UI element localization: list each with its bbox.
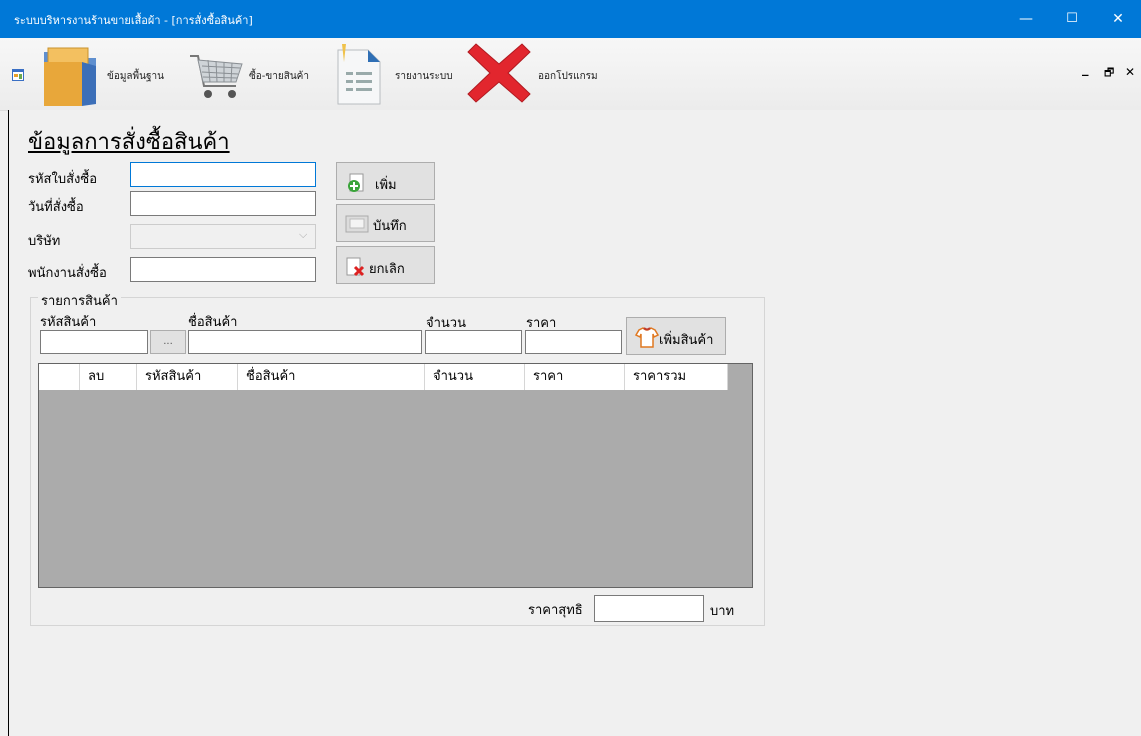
shirt-icon xyxy=(634,326,660,348)
grid-header-row-selector xyxy=(39,364,80,390)
folder-icon xyxy=(38,44,102,108)
grid-header-delete[interactable]: ลบ xyxy=(80,364,137,390)
red-x-exit-icon xyxy=(466,40,532,106)
mdi-close-button[interactable]: ✕ xyxy=(1125,65,1135,79)
window-close-button[interactable]: ✕ xyxy=(1095,0,1141,38)
toolbar-item-buy-sell[interactable]: ซื้อ-ขายสินค้า xyxy=(184,38,314,110)
browse-product-button[interactable]: ... xyxy=(150,330,186,354)
grid-header-total[interactable]: ราคารวม xyxy=(625,364,728,390)
product-id-label: รหัสสินค้า xyxy=(40,315,97,330)
employee-label: พนักงานสั่งซื้อ xyxy=(28,266,107,281)
company-label: บริษัท xyxy=(28,234,61,249)
net-price-label: ราคาสุทธิ xyxy=(528,603,583,618)
toolbar-label-report: รายงานระบบ xyxy=(395,71,453,82)
order-id-input[interactable] xyxy=(130,162,316,187)
save-icon xyxy=(345,214,369,234)
company-select[interactable]: ⌵ xyxy=(130,224,316,249)
grid-header-price[interactable]: ราคา xyxy=(525,364,625,390)
mdi-child-icon xyxy=(12,66,24,81)
toolbar-label-master-data: ข้อมูลพื้นฐาน xyxy=(107,71,164,82)
add-product-button[interactable]: เพิ่มสินค้า xyxy=(626,317,726,355)
order-date-input[interactable] xyxy=(130,191,316,216)
cancel-document-icon xyxy=(345,257,367,277)
toolbar-item-report[interactable]: รายงานระบบ xyxy=(330,38,460,110)
toolbar-item-master-data[interactable]: ข้อมูลพื้นฐาน xyxy=(34,38,174,110)
employee-input[interactable] xyxy=(130,257,316,282)
product-name-input[interactable] xyxy=(188,330,422,354)
grid-header-product-id[interactable]: รหัสสินค้า xyxy=(137,364,238,390)
product-id-input[interactable] xyxy=(40,330,148,354)
add-button[interactable]: เพิ่ม xyxy=(336,162,435,200)
grid-header-quantity[interactable]: จำนวน xyxy=(425,364,525,390)
mdi-minimize-button[interactable]: _ xyxy=(1082,62,1089,77)
cancel-button-label: ยกเลิก xyxy=(369,262,405,277)
order-items-grid[interactable]: ลบ รหัสสินค้า ชื่อสินค้า จำนวน ราคา ราคา… xyxy=(38,363,753,588)
chevron-down-icon: ⌵ xyxy=(299,228,308,241)
grid-header-product-name[interactable]: ชื่อสินค้า xyxy=(238,364,425,390)
window-minimize-button[interactable]: — xyxy=(1003,0,1049,38)
price-input[interactable] xyxy=(525,330,622,354)
grid-header: ลบ รหัสสินค้า ชื่อสินค้า จำนวน ราคา ราคา… xyxy=(39,364,728,390)
title-bar: ระบบบริหารงานร้านขายเสื้อผ้า - [การสั่งซ… xyxy=(0,0,1141,38)
add-document-icon xyxy=(347,173,367,193)
toolbar-item-exit[interactable]: ออกโปรแกรม xyxy=(466,38,606,110)
add-button-label: เพิ่ม xyxy=(375,178,397,193)
quantity-input[interactable] xyxy=(425,330,522,354)
order-id-label: รหัสใบสั่งซื้อ xyxy=(28,172,97,187)
cancel-button[interactable]: ยกเลิก xyxy=(336,246,435,284)
window-title: ระบบบริหารงานร้านขายเสื้อผ้า - [การสั่งซ… xyxy=(14,14,253,27)
net-price-input[interactable] xyxy=(594,595,704,622)
product-groupbox-title: รายการสินค้า xyxy=(38,290,121,311)
order-date-label: วันที่สั่งซื้อ xyxy=(28,200,84,215)
toolbar-label-exit: ออกโปรแกรม xyxy=(538,71,598,82)
main-toolbar: ข้อมูลพื้นฐาน ซื้อ-ขายสินค้า รายงานระบบ … xyxy=(0,38,1141,111)
product-name-label: ชื่อสินค้า xyxy=(188,315,238,330)
report-document-icon xyxy=(334,42,384,106)
window-maximize-button[interactable]: ☐ xyxy=(1049,0,1095,38)
shopping-cart-icon xyxy=(186,46,246,106)
save-button[interactable]: บันทึก xyxy=(336,204,435,242)
page-title: ข้อมูลการสั่งซื้อสินค้า xyxy=(28,130,230,155)
toolbar-label-buy-sell: ซื้อ-ขายสินค้า xyxy=(249,71,309,82)
mdi-restore-button[interactable]: 🗗 xyxy=(1104,64,1114,83)
currency-label: บาท xyxy=(710,604,735,619)
add-product-button-label: เพิ่มสินค้า xyxy=(659,333,714,348)
save-button-label: บันทึก xyxy=(373,219,407,234)
